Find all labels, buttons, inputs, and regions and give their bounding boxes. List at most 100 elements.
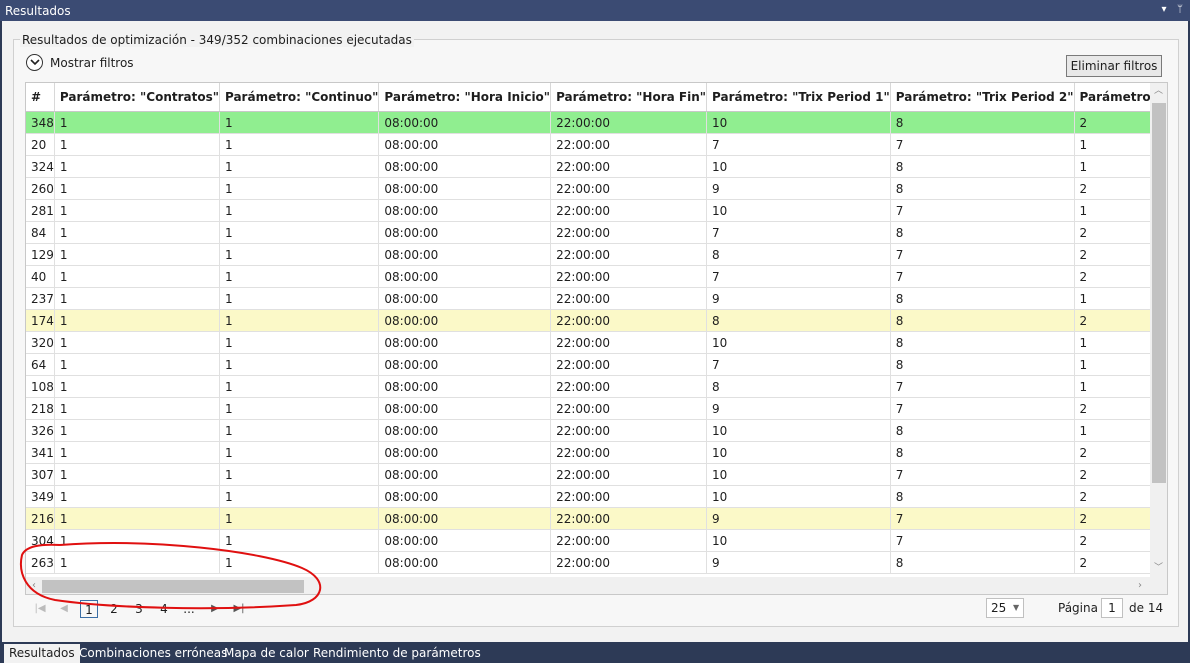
table-cell: 08:00:00 [378, 265, 552, 288]
table-row[interactable]: 304 1 1 08:00:00 22:00:00 10 7 2 [26, 529, 1167, 552]
table-cell: 1 [219, 551, 380, 574]
table-cell: 1 [219, 111, 380, 134]
table-row[interactable]: 108 1 1 08:00:00 22:00:00 8 7 1 [26, 375, 1167, 398]
page-link[interactable]: 2 [105, 600, 123, 618]
vertical-scrollbar[interactable]: ︿ ﹀ [1150, 83, 1167, 594]
table-cell: 22:00:00 [550, 375, 708, 398]
table-row[interactable]: 40 1 1 08:00:00 22:00:00 7 7 2 [26, 265, 1167, 288]
table-cell: 10 [706, 485, 891, 508]
pin-icon[interactable]: ᛘ [1173, 2, 1187, 18]
table-cell: 8 [890, 441, 1075, 464]
table-cell: 9 [706, 551, 891, 574]
column-header[interactable]: Parámetro: "Hora Inicio" [378, 83, 552, 112]
scroll-left-icon[interactable]: ‹ [26, 577, 42, 594]
table-cell: 10 [706, 155, 891, 178]
table-row[interactable]: 349 1 1 08:00:00 22:00:00 10 8 2 [26, 485, 1167, 508]
first-page-icon[interactable]: |◀ [33, 601, 47, 617]
column-header[interactable]: # [26, 83, 55, 112]
page-number-input[interactable]: 1 [1101, 598, 1123, 618]
table-row[interactable]: 64 1 1 08:00:00 22:00:00 7 8 1 [26, 353, 1167, 376]
table-row[interactable]: 307 1 1 08:00:00 22:00:00 10 7 2 [26, 463, 1167, 486]
table-cell: 22:00:00 [550, 309, 708, 332]
table-cell: 7 [890, 375, 1075, 398]
tab-resultados[interactable]: Resultados [4, 644, 80, 663]
scroll-down-icon[interactable]: ﹀ [1150, 560, 1167, 576]
table-row[interactable]: 263 1 1 08:00:00 22:00:00 9 8 2 [26, 551, 1167, 574]
page-link[interactable]: 3 [130, 600, 148, 618]
table-cell: 1 [219, 221, 380, 244]
table-cell: 7 [706, 133, 891, 156]
vertical-scroll-thumb[interactable] [1152, 103, 1166, 483]
table-cell: 22:00:00 [550, 507, 708, 530]
horizontal-scroll-thumb[interactable] [42, 580, 304, 593]
last-page-icon[interactable]: ▶| [232, 601, 246, 617]
table-row[interactable]: 348 1 1 08:00:00 22:00:00 10 8 2 [26, 111, 1167, 134]
table-cell: 22:00:00 [550, 419, 708, 442]
tab-mapa-de-calor[interactable]: Mapa de calor [219, 644, 314, 663]
tab-combinaciones-erroneas[interactable]: Combinaciones erróneas [74, 644, 232, 663]
table-cell: 40 [26, 265, 55, 288]
page-ellipsis[interactable]: ... [180, 600, 198, 618]
column-header[interactable]: Parámetro: "Trix Period 1" [706, 83, 891, 112]
dropdown-icon[interactable]: ▾ [1157, 2, 1171, 18]
tab-rendimiento-de-parametros[interactable]: Rendimiento de parámetros [308, 644, 486, 663]
page-size-select[interactable]: 25 ▼ [986, 598, 1024, 618]
column-header[interactable]: Parámetro: "Hora Fin" [550, 83, 708, 112]
table-cell: 08:00:00 [378, 111, 552, 134]
table-cell: 1 [219, 133, 380, 156]
page-link[interactable]: 4 [155, 600, 173, 618]
column-header[interactable]: Parámetro: "Continuo" [219, 83, 380, 112]
table-cell: 8 [890, 309, 1075, 332]
table-cell: 08:00:00 [378, 507, 552, 530]
table-cell: 10 [706, 441, 891, 464]
table-cell: 326 [26, 419, 55, 442]
page-link-current[interactable]: 1 [80, 600, 98, 618]
next-page-icon[interactable]: ▶ [208, 601, 222, 617]
table-row[interactable]: 129 1 1 08:00:00 22:00:00 8 7 2 [26, 243, 1167, 266]
previous-page-icon[interactable]: ◀ [57, 601, 71, 617]
table-cell: 218 [26, 397, 55, 420]
table-cell: 7 [890, 529, 1075, 552]
table-cell: 1 [219, 353, 380, 376]
table-cell: 1 [54, 375, 220, 398]
table-cell: 20 [26, 133, 55, 156]
scroll-right-icon[interactable]: › [1132, 577, 1148, 594]
table-cell: 8 [706, 243, 891, 266]
table-cell: 7 [890, 199, 1075, 222]
table-cell: 22:00:00 [550, 265, 708, 288]
table-cell: 348 [26, 111, 55, 134]
table-cell: 08:00:00 [378, 309, 552, 332]
table-cell: 22:00:00 [550, 463, 708, 486]
clear-filters-button[interactable]: Eliminar filtros [1066, 55, 1162, 77]
table-row[interactable]: 260 1 1 08:00:00 22:00:00 9 8 2 [26, 177, 1167, 200]
table-cell: 1 [54, 419, 220, 442]
table-cell: 1 [219, 375, 380, 398]
table-row[interactable]: 237 1 1 08:00:00 22:00:00 9 8 1 [26, 287, 1167, 310]
table-row[interactable]: 341 1 1 08:00:00 22:00:00 10 8 2 [26, 441, 1167, 464]
table-cell: 1 [54, 331, 220, 354]
table-cell: 1 [219, 419, 380, 442]
table-cell: 304 [26, 529, 55, 552]
table-cell: 7 [890, 243, 1075, 266]
table-cell: 174 [26, 309, 55, 332]
table-cell: 10 [706, 111, 891, 134]
table-cell: 08:00:00 [378, 485, 552, 508]
table-row[interactable]: 218 1 1 08:00:00 22:00:00 9 7 2 [26, 397, 1167, 420]
table-row[interactable]: 20 1 1 08:00:00 22:00:00 7 7 1 [26, 133, 1167, 156]
table-cell: 263 [26, 551, 55, 574]
column-header[interactable]: Parámetro: "Trix Period 2" [890, 83, 1075, 112]
scroll-up-icon[interactable]: ︿ [1150, 83, 1167, 99]
table-cell: 22:00:00 [550, 133, 708, 156]
table-cell: 08:00:00 [378, 221, 552, 244]
table-row[interactable]: 174 1 1 08:00:00 22:00:00 8 8 2 [26, 309, 1167, 332]
table-row[interactable]: 320 1 1 08:00:00 22:00:00 10 8 1 [26, 331, 1167, 354]
column-header[interactable]: Parámetro: "Contratos" [54, 83, 220, 112]
chevron-down-icon[interactable] [26, 54, 43, 71]
table-row[interactable]: 216 1 1 08:00:00 22:00:00 9 7 2 [26, 507, 1167, 530]
table-row[interactable]: 84 1 1 08:00:00 22:00:00 7 8 2 [26, 221, 1167, 244]
table-row[interactable]: 281 1 1 08:00:00 22:00:00 10 7 1 [26, 199, 1167, 222]
table-row[interactable]: 326 1 1 08:00:00 22:00:00 10 8 1 [26, 419, 1167, 442]
table-row[interactable]: 324 1 1 08:00:00 22:00:00 10 8 1 [26, 155, 1167, 178]
horizontal-scrollbar[interactable]: ‹ › [26, 577, 1150, 594]
table-cell: 8 [890, 221, 1075, 244]
